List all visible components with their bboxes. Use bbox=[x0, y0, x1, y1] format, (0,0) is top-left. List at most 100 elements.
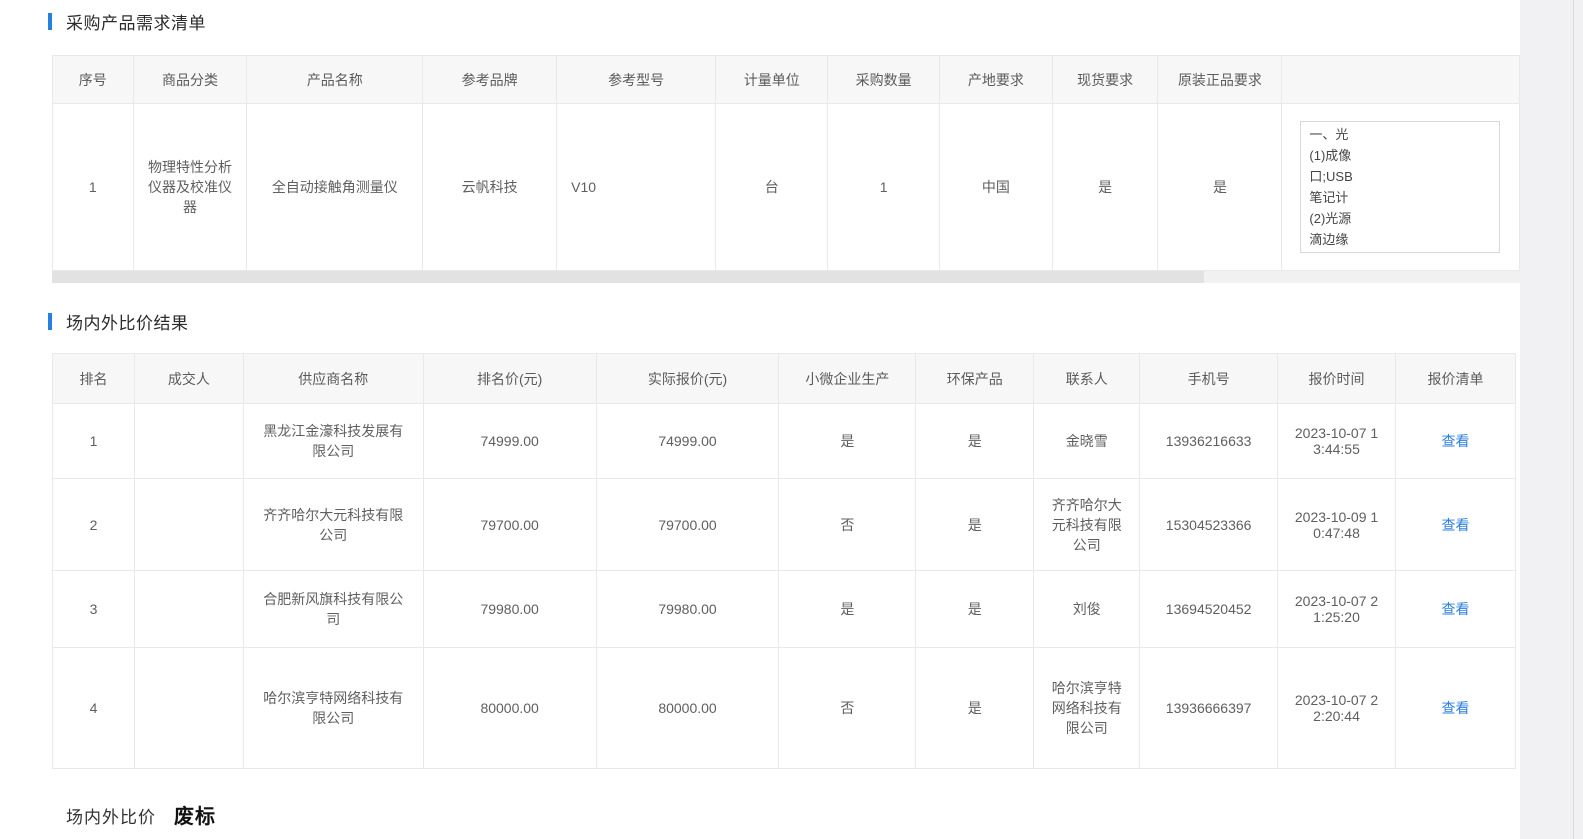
table-cell: 齐齐哈尔大元科技有限公司 bbox=[243, 479, 423, 571]
view-quote-link[interactable]: 查看 bbox=[1442, 601, 1470, 617]
table-cell: 查看 bbox=[1396, 571, 1516, 648]
footer-result-line: 场内外比价 废标 bbox=[66, 800, 216, 829]
table-row: 4哈尔滨亨特网络科技有限公司80000.0080000.00否是哈尔滨亨特网络科… bbox=[53, 648, 1516, 769]
footer-label: 场内外比价 bbox=[66, 803, 156, 828]
column-header: 供应商名称 bbox=[243, 354, 423, 404]
table-cell: 中国 bbox=[939, 104, 1052, 271]
table-cell: 是 bbox=[916, 479, 1034, 571]
column-header: 商品分类 bbox=[133, 56, 247, 104]
table-cell: 74999.00 bbox=[423, 404, 596, 479]
table-cell: 否 bbox=[779, 479, 916, 571]
table-row: 2齐齐哈尔大元科技有限公司79700.0079700.00否是齐齐哈尔大元科技有… bbox=[53, 479, 1516, 571]
column-header: 环保产品 bbox=[916, 354, 1034, 404]
column-header: 排名 bbox=[53, 354, 135, 404]
table-cell bbox=[134, 648, 243, 769]
table-cell: 查看 bbox=[1396, 479, 1516, 571]
table-cell: 13936666397 bbox=[1140, 648, 1278, 769]
table-cell: 1 bbox=[828, 104, 939, 271]
table-header-row: 排名成交人供应商名称排名价(元)实际报价(元)小微企业生产环保产品联系人手机号报… bbox=[53, 354, 1516, 404]
page-gutter-divider bbox=[1573, 0, 1574, 839]
bid-status-text: 废标 bbox=[174, 800, 216, 829]
title-accent-bar bbox=[48, 13, 52, 30]
table-cell: 查看 bbox=[1396, 404, 1516, 479]
table-row: 1黑龙江金濠科技发展有限公司74999.0074999.00是是金晓雪13936… bbox=[53, 404, 1516, 479]
table-cell bbox=[134, 479, 243, 571]
column-header: 产地要求 bbox=[939, 56, 1052, 104]
column-header: 联系人 bbox=[1034, 354, 1140, 404]
column-header bbox=[1282, 56, 1520, 104]
table-cell: 15304523366 bbox=[1140, 479, 1278, 571]
price-comparison-table: 排名成交人供应商名称排名价(元)实际报价(元)小微企业生产环保产品联系人手机号报… bbox=[52, 353, 1516, 769]
table-cell: 13936216633 bbox=[1140, 404, 1278, 479]
section-title-text: 采购产品需求清单 bbox=[66, 9, 206, 34]
section-title-price-comparison: 场内外比价结果 bbox=[48, 309, 189, 334]
table-cell bbox=[134, 571, 243, 648]
view-quote-link[interactable]: 查看 bbox=[1442, 517, 1470, 533]
section-title-procurement-list: 采购产品需求清单 bbox=[48, 9, 206, 34]
horizontal-scrollbar[interactable] bbox=[52, 271, 1520, 283]
table-cell: 80000.00 bbox=[596, 648, 779, 769]
table-cell bbox=[134, 404, 243, 479]
table-cell: 是 bbox=[916, 404, 1034, 479]
table-cell: 物理特性分析仪器及校准仪器 bbox=[133, 104, 247, 271]
table-cell: 74999.00 bbox=[596, 404, 779, 479]
table-cell: V10 bbox=[557, 104, 716, 271]
table-cell: 13694520452 bbox=[1140, 571, 1278, 648]
table-cell: 刘俊 bbox=[1034, 571, 1140, 648]
column-header: 排名价(元) bbox=[423, 354, 596, 404]
table-row: 1物理特性分析仪器及校准仪器全自动接触角测量仪云帆科技V10台1中国是是一、光 … bbox=[53, 104, 1520, 271]
table-cell: 是 bbox=[1158, 104, 1282, 271]
page-content: 采购产品需求清单 序号商品分类产品名称参考品牌参考型号计量单位采购数量产地要求现… bbox=[0, 0, 1520, 839]
table-cell: 全自动接触角测量仪 bbox=[247, 104, 423, 271]
table-cell: 2023-10-09 10:47:48 bbox=[1278, 479, 1396, 571]
table-cell: 是 bbox=[916, 648, 1034, 769]
table-cell: 查看 bbox=[1396, 648, 1516, 769]
table-cell: 是 bbox=[779, 571, 916, 648]
table-cell: 金晓雪 bbox=[1034, 404, 1140, 479]
view-quote-link[interactable]: 查看 bbox=[1442, 433, 1470, 449]
table-cell: 否 bbox=[779, 648, 916, 769]
table-cell: 79980.00 bbox=[596, 571, 779, 648]
table-cell: 是 bbox=[1052, 104, 1158, 271]
column-header: 现货要求 bbox=[1052, 56, 1158, 104]
column-header: 报价清单 bbox=[1396, 354, 1516, 404]
table-cell: 哈尔滨亨特网络科技有限公司 bbox=[1034, 648, 1140, 769]
table-cell: 1 bbox=[53, 404, 135, 479]
table-cell: 合肥新风旗科技有限公司 bbox=[243, 571, 423, 648]
column-header: 产品名称 bbox=[247, 56, 423, 104]
view-quote-link[interactable]: 查看 bbox=[1442, 700, 1470, 716]
table-cell: 黑龙江金濠科技发展有限公司 bbox=[243, 404, 423, 479]
table-header-row: 序号商品分类产品名称参考品牌参考型号计量单位采购数量产地要求现货要求原装正品要求 bbox=[53, 56, 1520, 104]
table-cell: 齐齐哈尔大元科技有限公司 bbox=[1034, 479, 1140, 571]
column-header: 实际报价(元) bbox=[596, 354, 779, 404]
title-accent-bar bbox=[48, 313, 52, 330]
product-requirements-table: 序号商品分类产品名称参考品牌参考型号计量单位采购数量产地要求现货要求原装正品要求… bbox=[52, 55, 1520, 271]
spec-text-box[interactable]: 一、光 (1)成像 口;USB 笔记计 (2)光源 滴边缘 (3)指标 bbox=[1300, 121, 1500, 253]
column-header: 计量单位 bbox=[716, 56, 828, 104]
table-cell: 2023-10-07 22:20:44 bbox=[1278, 648, 1396, 769]
column-header: 手机号 bbox=[1140, 354, 1278, 404]
table-cell: 79700.00 bbox=[423, 479, 596, 571]
column-header: 序号 bbox=[53, 56, 134, 104]
product-requirements-table-scroll-area[interactable]: 序号商品分类产品名称参考品牌参考型号计量单位采购数量产地要求现货要求原装正品要求… bbox=[52, 55, 1520, 271]
section-title-text: 场内外比价结果 bbox=[66, 309, 189, 334]
table-cell: 80000.00 bbox=[423, 648, 596, 769]
table-row: 3合肥新风旗科技有限公司79980.0079980.00是是刘俊13694520… bbox=[53, 571, 1516, 648]
table-cell: 3 bbox=[53, 571, 135, 648]
table-cell: 云帆科技 bbox=[423, 104, 557, 271]
table-cell: 台 bbox=[716, 104, 828, 271]
table-cell: 4 bbox=[53, 648, 135, 769]
scrollbar-thumb[interactable] bbox=[52, 271, 1204, 283]
column-header: 小微企业生产 bbox=[779, 354, 916, 404]
table-cell: 79980.00 bbox=[423, 571, 596, 648]
column-header: 成交人 bbox=[134, 354, 243, 404]
column-header: 参考品牌 bbox=[423, 56, 557, 104]
table-cell: 2023-10-07 21:25:20 bbox=[1278, 571, 1396, 648]
column-header: 参考型号 bbox=[557, 56, 716, 104]
column-header: 原装正品要求 bbox=[1158, 56, 1282, 104]
column-header: 采购数量 bbox=[828, 56, 939, 104]
table-cell: 1 bbox=[53, 104, 134, 271]
table-cell: 2023-10-07 13:44:55 bbox=[1278, 404, 1396, 479]
column-header: 报价时间 bbox=[1278, 354, 1396, 404]
table-cell: 是 bbox=[779, 404, 916, 479]
